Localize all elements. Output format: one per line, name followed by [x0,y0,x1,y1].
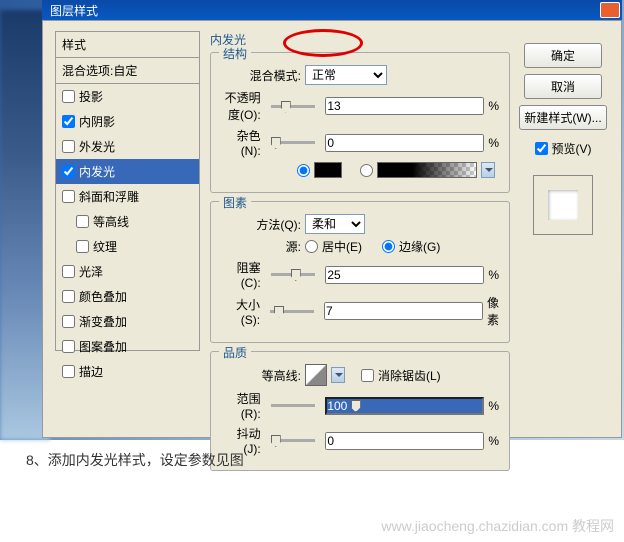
elements-title: 图素 [219,194,251,211]
close-icon[interactable] [600,2,620,18]
size-unit: 像素 [487,294,499,328]
structure-title: 结构 [219,45,251,62]
checkbox-contour[interactable] [76,215,89,228]
style-inner-shadow[interactable]: 内阴影 [56,109,199,134]
style-drop-shadow[interactable]: 投影 [56,84,199,109]
preview-label: 预览(V) [552,140,592,157]
range-label: 范围(R): [221,390,261,421]
watermark-text: www.jiaocheng.chazidian.com 教程网 [381,516,614,536]
noise-slider[interactable] [271,141,316,144]
dialog-buttons: 确定 取消 新建样式(W)... 预览(V) [519,43,607,235]
layer-style-dialog: 样式 混合选项:自定 投影 内阴影 外发光 内发光 斜面和浮雕 等高线 纹理 光… [42,20,622,438]
checkbox-inner-glow[interactable] [62,165,75,178]
source-edge-label: 边缘(G) [399,238,440,255]
gradient-dropdown-icon[interactable] [481,162,495,178]
checkbox-stroke[interactable] [62,365,75,378]
style-contour[interactable]: 等高线 [56,209,199,234]
elements-group: 图素 方法(Q): 柔和 源: 居中(E) 边缘(G) 阻塞(C): % 大小(… [210,201,510,343]
inner-glow-panel: 内发光 结构 混合模式: 正常 不透明度(O): % 杂色(N): % [210,31,510,479]
gradient-picker[interactable] [377,162,477,178]
opacity-unit: % [488,99,499,113]
cancel-button[interactable]: 取消 [524,74,602,99]
opacity-slider[interactable] [271,105,316,108]
style-bevel-emboss[interactable]: 斜面和浮雕 [56,184,199,209]
step-caption: 8、添加内发光样式，设定参数见图 [26,450,244,470]
contour-picker[interactable] [305,364,327,386]
style-pattern-overlay[interactable]: 图案叠加 [56,334,199,359]
choke-input[interactable] [325,266,484,284]
checkbox-inner-shadow[interactable] [62,115,75,128]
choke-unit: % [488,268,499,282]
noise-label: 杂色(N): [221,127,261,158]
opacity-label: 不透明度(O): [221,89,261,123]
styles-header[interactable]: 样式 [56,32,199,58]
source-edge-radio[interactable] [382,240,395,253]
style-inner-glow[interactable]: 内发光 [56,159,199,184]
range-slider[interactable] [271,404,316,407]
preview-checkbox[interactable] [535,142,548,155]
styles-list-panel: 样式 混合选项:自定 投影 内阴影 外发光 内发光 斜面和浮雕 等高线 纹理 光… [55,31,200,351]
checkbox-bevel[interactable] [62,190,75,203]
antialias-checkbox[interactable] [361,369,374,382]
technique-label: 方法(Q): [221,216,301,233]
window-titlebar: 图层样式 [42,0,622,20]
technique-select[interactable]: 柔和 [305,214,365,234]
antialias-label: 消除锯齿(L) [378,367,441,384]
contour-dropdown-icon[interactable] [331,367,345,383]
preview-inner [548,190,578,220]
size-label: 大小(S): [221,296,260,327]
checkbox-color-overlay[interactable] [62,290,75,303]
checkbox-drop-shadow[interactable] [62,90,75,103]
range-unit: % [488,399,499,413]
checkbox-gradient-overlay[interactable] [62,315,75,328]
jitter-slider[interactable] [271,439,316,442]
title-text: 图层样式 [42,0,622,21]
style-texture[interactable]: 纹理 [56,234,199,259]
checkbox-outer-glow[interactable] [62,140,75,153]
noise-input[interactable] [325,134,484,152]
contour-label: 等高线: [221,367,301,384]
source-center-label: 居中(E) [322,238,362,255]
blend-mode-select[interactable]: 正常 [305,65,387,85]
jitter-unit: % [488,434,499,448]
opacity-input[interactable] [325,97,484,115]
source-center-radio[interactable] [305,240,318,253]
size-slider[interactable] [270,310,314,313]
choke-slider[interactable] [271,273,316,276]
size-input[interactable] [324,302,483,320]
jitter-input[interactable] [325,432,484,450]
checkbox-satin[interactable] [62,265,75,278]
style-gradient-overlay[interactable]: 渐变叠加 [56,309,199,334]
choke-label: 阻塞(C): [221,259,261,290]
checkbox-pattern-overlay[interactable] [62,340,75,353]
quality-group: 品质 等高线: 消除锯齿(L) 范围(R): % 抖动(J): % [210,351,510,471]
style-outer-glow[interactable]: 外发光 [56,134,199,159]
blend-mode-label: 混合模式: [221,67,301,84]
color-swatch[interactable] [314,162,342,178]
style-stroke[interactable]: 描边 [56,359,199,384]
noise-unit: % [488,136,499,150]
quality-title: 品质 [219,344,251,361]
source-label: 源: [221,238,301,255]
checkbox-texture[interactable] [76,240,89,253]
color-solid-radio[interactable] [297,164,310,177]
style-color-overlay[interactable]: 颜色叠加 [56,284,199,309]
color-gradient-radio[interactable] [360,164,373,177]
panel-title: 内发光 [210,31,510,48]
preview-swatch [533,175,593,235]
blend-options-default[interactable]: 混合选项:自定 [56,58,199,84]
structure-group: 结构 混合模式: 正常 不透明度(O): % 杂色(N): % [210,52,510,193]
new-style-button[interactable]: 新建样式(W)... [519,105,607,130]
ok-button[interactable]: 确定 [524,43,602,68]
style-satin[interactable]: 光泽 [56,259,199,284]
range-input[interactable] [325,397,484,415]
